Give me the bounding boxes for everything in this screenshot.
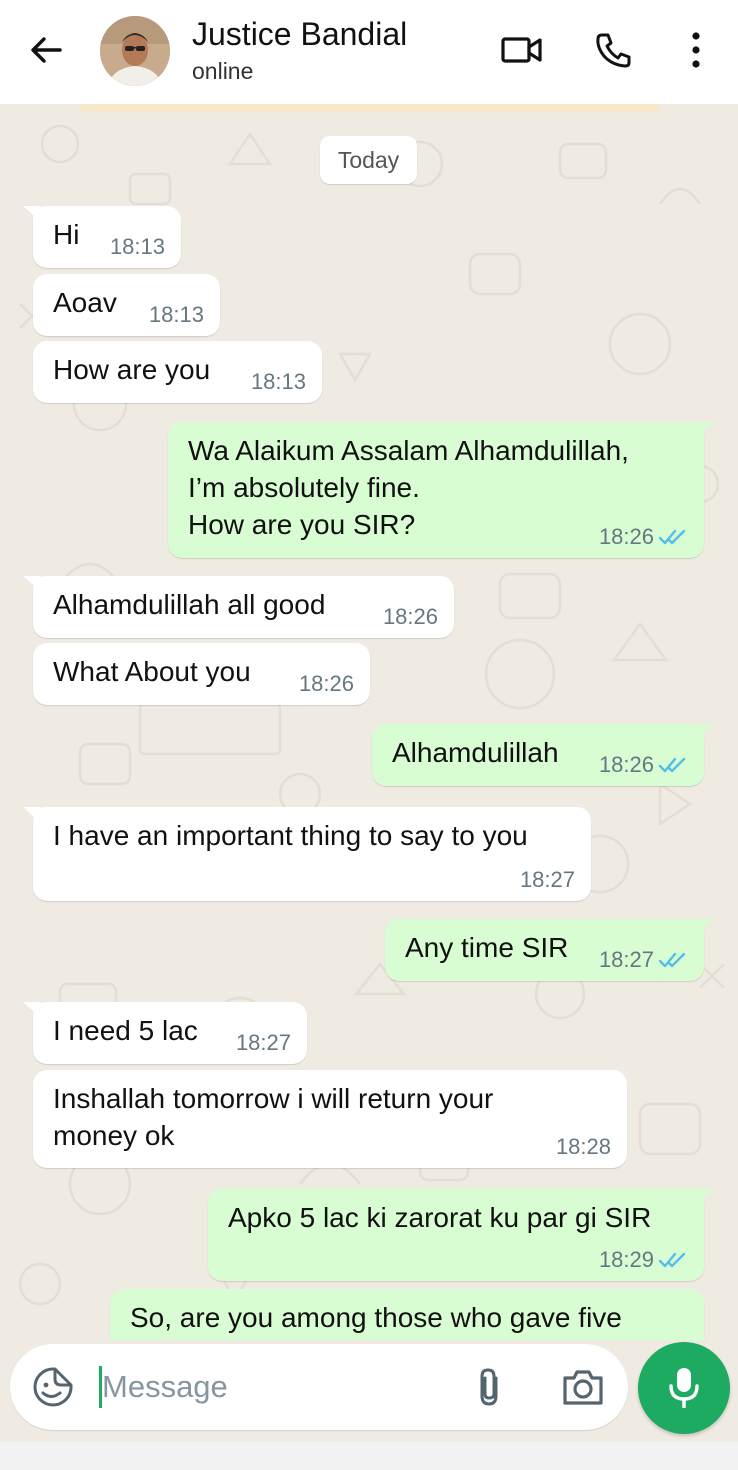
message-bubble-incoming[interactable]: What About you 18:26 <box>33 643 370 705</box>
read-receipt-icon <box>658 529 686 545</box>
message-bubble-incoming[interactable]: Alhamdulillah all good 18:26 <box>23 576 454 638</box>
attach-paperclip-icon[interactable] <box>472 1366 508 1408</box>
message-time: 18:28 <box>555 1134 611 1159</box>
message-bubble-outgoing[interactable]: Any time SIR 18:27 <box>385 919 714 981</box>
message-text: Wa Alaikum Assalam Alhamdulillah, I’m ab… <box>188 435 629 540</box>
avatar[interactable] <box>100 16 170 86</box>
message-text: Alhamdulillah <box>392 737 559 768</box>
message-time: 18:27 <box>519 867 575 892</box>
message-text: What About you <box>53 656 251 687</box>
message-input[interactable] <box>102 1364 442 1410</box>
contact-status: online <box>192 58 254 84</box>
message-time: 18:13 <box>109 234 165 259</box>
bubble-tail <box>696 919 714 935</box>
message-bubble-incoming[interactable]: Aoav 18:13 <box>33 274 220 336</box>
message-text: So, are you among those who gave five <box>130 1302 622 1333</box>
chat-area[interactable]: Today Hi 18:13 Aoav 18:13 How are you 18… <box>0 104 738 1340</box>
message-time: 18:27 <box>235 1030 291 1055</box>
message-bubble-outgoing[interactable]: Apko 5 lac ki zarorat ku par gi SIR 18:2… <box>208 1189 714 1281</box>
message-text: How are you <box>53 354 211 385</box>
message-text: Any time SIR <box>405 932 569 963</box>
message-time: 18:29 <box>598 1247 654 1272</box>
message-bubble-outgoing[interactable]: Wa Alaikum Assalam Alhamdulillah, I’m ab… <box>168 422 714 558</box>
message-time: 18:26 <box>598 524 654 549</box>
message-text: I need 5 lac <box>53 1015 198 1046</box>
camera-icon[interactable] <box>560 1366 606 1408</box>
bubble-tail <box>23 1002 41 1018</box>
message-text: Aoav <box>53 287 117 318</box>
message-text: Hi <box>53 219 80 250</box>
bubble-tail <box>696 724 714 740</box>
message-time: 18:26 <box>298 671 354 696</box>
bubble-tail <box>23 206 41 222</box>
date-chip: Today <box>320 136 417 184</box>
video-call-icon[interactable] <box>500 30 544 70</box>
contact-name[interactable]: Justice Bandial <box>192 16 407 53</box>
bubble-tail <box>23 576 41 592</box>
microphone-icon <box>669 1368 699 1408</box>
voice-message-button[interactable] <box>638 1342 730 1434</box>
message-time: 18:27 <box>598 947 654 972</box>
bubble-tail <box>696 1189 714 1205</box>
message-composer[interactable] <box>10 1344 628 1430</box>
message-bubble-outgoing[interactable]: Alhamdulillah 18:26 <box>372 724 714 786</box>
message-time: 18:26 <box>598 752 654 777</box>
chat-header: Justice Bandial online <box>0 0 738 104</box>
message-time: 18:26 <box>382 604 438 629</box>
message-bubble-incoming[interactable]: I need 5 lac 18:27 <box>23 1002 307 1064</box>
read-receipt-icon <box>658 757 686 773</box>
message-text: Alhamdulillah all good <box>53 589 326 620</box>
read-receipt-icon <box>658 952 686 968</box>
bubble-tail <box>23 807 41 823</box>
message-time: 18:13 <box>148 302 204 327</box>
system-navigation-bar <box>0 1442 738 1470</box>
read-receipt-icon <box>658 1252 686 1268</box>
message-bubble-incoming[interactable]: I have an important thing to say to you … <box>23 807 591 901</box>
message-text: I have an important thing to say to you <box>53 820 528 851</box>
message-text: Apko 5 lac ki zarorat ku par gi SIR <box>228 1202 652 1233</box>
bubble-tail <box>696 422 714 438</box>
voice-call-icon[interactable] <box>592 30 636 70</box>
sticker-emoji-icon[interactable] <box>32 1366 74 1408</box>
message-time: 18:13 <box>250 369 306 394</box>
message-bubble-incoming[interactable]: How are you 18:13 <box>33 341 322 403</box>
message-bubble-incoming[interactable]: Hi 18:13 <box>23 206 181 268</box>
encryption-banner-edge <box>80 104 660 112</box>
back-arrow-icon[interactable] <box>26 30 66 70</box>
message-text: Inshallah tomorrow i will return your mo… <box>53 1083 494 1151</box>
message-bubble-incoming[interactable]: Inshallah tomorrow i will return your mo… <box>33 1070 627 1168</box>
more-options-icon[interactable] <box>674 30 718 70</box>
message-bubble-outgoing[interactable]: So, are you among those who gave five <box>110 1289 704 1340</box>
